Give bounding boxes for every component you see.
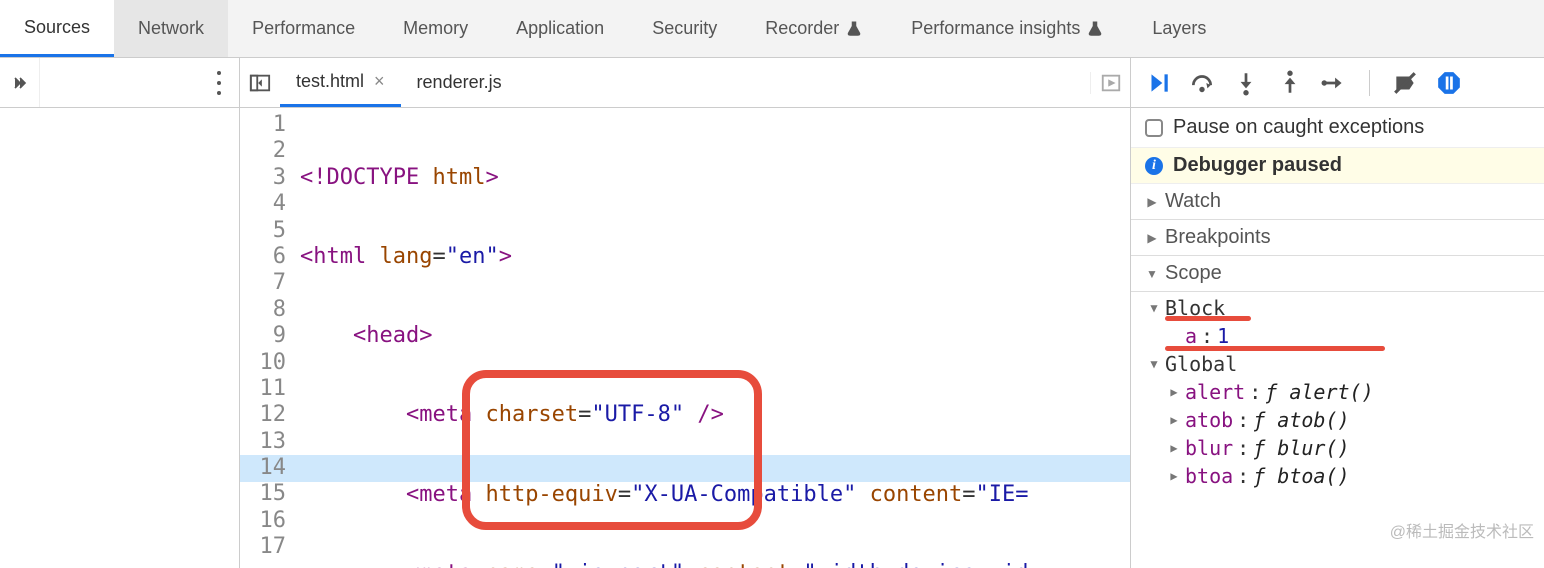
tab-recorder[interactable]: Recorder [741, 0, 887, 57]
scope-var-name: blur [1185, 436, 1233, 460]
line-number[interactable]: 6 [240, 244, 286, 270]
chevron-right-icon: ▶ [1167, 413, 1181, 427]
scope-variable-row[interactable]: ▶btoa: ƒ btoa() [1143, 462, 1544, 490]
more-tabs-chevron[interactable] [0, 58, 40, 107]
line-number[interactable]: 14 [240, 455, 286, 481]
line-number[interactable]: 12 [240, 402, 286, 428]
line-number[interactable]: 17 [240, 534, 286, 560]
step-icon[interactable] [1321, 70, 1347, 96]
line-number[interactable]: 16 [240, 508, 286, 534]
chevron-down-icon: ▼ [1147, 301, 1161, 315]
checkbox-icon[interactable] [1145, 119, 1163, 137]
section-label: Watch [1165, 190, 1221, 213]
watermark-text: @稀土掘金技术社区 [1390, 518, 1534, 542]
navigator-panel [40, 58, 240, 107]
line-number[interactable]: 2 [240, 138, 286, 164]
sources-toolbar-row: test.html × renderer.js [0, 58, 1544, 108]
scope-var-name: alert [1185, 380, 1245, 404]
scope-var-value: ƒ alert() [1265, 380, 1373, 404]
line-number[interactable]: 5 [240, 218, 286, 244]
section-label: Scope [1165, 262, 1222, 285]
annotation-red-box [462, 370, 762, 530]
chevron-down-icon: ▼ [1145, 267, 1159, 281]
step-into-icon[interactable] [1233, 70, 1259, 96]
line-number[interactable]: 3 [240, 165, 286, 191]
file-tab-test-html[interactable]: test.html × [280, 58, 401, 107]
section-scope[interactable]: ▼ Scope [1131, 256, 1544, 292]
chevron-right-icon: ▶ [1167, 385, 1181, 399]
line-number[interactable]: 8 [240, 297, 286, 323]
pause-on-caught-label: Pause on caught exceptions [1173, 116, 1424, 139]
devtools-top-tabs: Sources Network Performance Memory Appli… [0, 0, 1544, 58]
resume-icon[interactable] [1145, 70, 1171, 96]
line-number[interactable]: 7 [240, 270, 286, 296]
scope-variable-row[interactable]: ▶blur: ƒ blur() [1143, 434, 1544, 462]
info-icon: i [1145, 157, 1163, 175]
tab-performance-insights[interactable]: Performance insights [887, 0, 1128, 57]
debugger-sidebar: Pause on caught exceptions i Debugger pa… [1130, 108, 1544, 568]
line-number[interactable]: 15 [240, 481, 286, 507]
chevron-right-icon: ▶ [1145, 195, 1159, 209]
chevron-down-icon: ▼ [1147, 357, 1161, 371]
line-number[interactable]: 10 [240, 350, 286, 376]
line-gutter: 1 2 3 4 5 6 7 8 9 10 11 12 13 14 15 16 1… [240, 112, 294, 561]
debugger-toolbar [1130, 58, 1544, 107]
file-tab-label: test.html [296, 71, 364, 92]
close-icon[interactable]: × [374, 71, 385, 92]
deactivate-breakpoints-icon[interactable] [1392, 70, 1418, 96]
debugger-paused-banner: i Debugger paused [1131, 147, 1544, 184]
chevron-right-icon: ▶ [1167, 469, 1181, 483]
main-area: 1 2 3 4 5 6 7 8 9 10 11 12 13 14 15 16 1… [0, 108, 1544, 568]
scope-var-name: btoa [1185, 464, 1233, 488]
file-tabs: test.html × renderer.js [240, 58, 1130, 107]
tab-perf-insights-label: Performance insights [911, 18, 1080, 39]
scope-global-label: Global [1165, 352, 1237, 376]
scope-var-name: a [1185, 324, 1197, 348]
kebab-menu-icon[interactable] [217, 68, 221, 98]
debugger-paused-text: Debugger paused [1173, 154, 1342, 177]
section-label: Breakpoints [1165, 226, 1271, 249]
tab-security[interactable]: Security [628, 0, 741, 57]
step-over-icon[interactable] [1189, 70, 1215, 96]
tab-layers[interactable]: Layers [1128, 0, 1230, 57]
tab-memory[interactable]: Memory [379, 0, 492, 57]
tab-network[interactable]: Network [114, 0, 228, 57]
flask-icon [845, 20, 863, 38]
scope-body: ▼Block a: 1 ▼Global ▶alert: ƒ alert() ▶a… [1131, 292, 1544, 492]
tab-application[interactable]: Application [492, 0, 628, 57]
line-number[interactable]: 13 [240, 429, 286, 455]
section-breakpoints[interactable]: ▶ Breakpoints [1131, 220, 1544, 256]
step-out-icon[interactable] [1277, 70, 1303, 96]
scope-variable-row[interactable]: ▶alert: ƒ alert() [1143, 378, 1544, 406]
line-number[interactable]: 11 [240, 376, 286, 402]
scope-variable-row[interactable]: ▶atob: ƒ atob() [1143, 406, 1544, 434]
file-tab-label: renderer.js [417, 72, 502, 93]
scope-var-value: ƒ blur() [1253, 436, 1349, 460]
chevron-right-icon: ▶ [1167, 441, 1181, 455]
tab-performance[interactable]: Performance [228, 0, 379, 57]
tab-recorder-label: Recorder [765, 18, 839, 39]
line-number[interactable]: 1 [240, 112, 286, 138]
navigator-placeholder [0, 108, 240, 568]
scope-var-name: atob [1185, 408, 1233, 432]
tab-sources[interactable]: Sources [0, 0, 114, 57]
annotation-underline [1165, 316, 1251, 321]
toolbar-divider [1369, 70, 1370, 96]
pause-on-exceptions-icon[interactable] [1436, 70, 1462, 96]
scope-var-value: ƒ atob() [1253, 408, 1349, 432]
scope-var-value: 1 [1217, 324, 1229, 348]
pause-on-caught-row[interactable]: Pause on caught exceptions [1131, 108, 1544, 147]
scope-var-value: ƒ btoa() [1253, 464, 1349, 488]
scope-global-row[interactable]: ▼ Global [1143, 350, 1544, 378]
file-tab-renderer-js[interactable]: renderer.js [401, 58, 518, 107]
flask-icon [1086, 20, 1104, 38]
code-editor[interactable]: 1 2 3 4 5 6 7 8 9 10 11 12 13 14 15 16 1… [240, 108, 1130, 568]
section-watch[interactable]: ▶ Watch [1131, 184, 1544, 220]
toggle-navigator-icon[interactable] [240, 72, 280, 94]
run-snippet-icon[interactable] [1090, 72, 1130, 94]
chevron-right-icon: ▶ [1145, 231, 1159, 245]
line-number[interactable]: 4 [240, 191, 286, 217]
line-number[interactable]: 9 [240, 323, 286, 349]
